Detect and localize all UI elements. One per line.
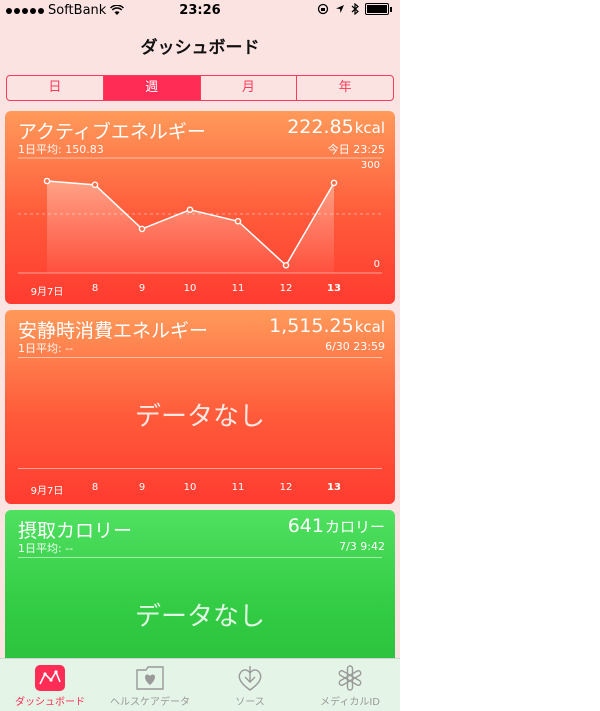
tab-dashboard[interactable]: ダッシュボード <box>0 659 100 711</box>
card-value: 1,515.25kcal <box>269 315 385 337</box>
x-label: 9月7日 <box>30 486 64 497</box>
x-label: 9 <box>138 482 146 493</box>
x-label-today: 13 <box>327 482 341 493</box>
tab-label: ヘルスケアデータ <box>110 697 190 708</box>
segment-day[interactable]: 日 <box>7 76 103 100</box>
chart-baseline <box>18 468 382 469</box>
tab-label: ダッシュボード <box>15 697 85 708</box>
no-data-label: データなし <box>134 402 265 432</box>
card-average: 1日平均: -- <box>18 542 74 555</box>
card-value: 222.85kcal <box>287 116 385 138</box>
x-label: 11 <box>231 482 245 493</box>
card-date: 7/3 9:42 <box>339 540 385 553</box>
segment-month[interactable]: 月 <box>199 76 297 100</box>
tab-label: ソース <box>235 697 265 708</box>
status-right <box>317 3 392 15</box>
y-max-label: 300 <box>361 160 380 171</box>
card-value-number: 1,515.25 <box>269 315 354 337</box>
tab-label: メディカルID <box>320 697 380 708</box>
resting-energy-card[interactable]: 安静時消費エネルギー 1日平均: -- 1,515.25kcal 6/30 23… <box>5 310 395 504</box>
card-date: 今日 23:25 <box>327 143 385 156</box>
data-point <box>91 181 99 189</box>
chart-top-line <box>18 557 382 558</box>
x-label: 12 <box>279 283 293 294</box>
card-value-number: 222.85 <box>287 116 354 138</box>
segment-year[interactable]: 年 <box>296 76 393 100</box>
data-point <box>282 262 290 269</box>
data-point <box>330 179 338 187</box>
bluetooth-icon <box>351 3 359 15</box>
card-average: 1日平均: -- <box>18 342 74 355</box>
tab-bar: ダッシュボード ヘルスケアデータ ソース メディカルID <box>0 658 400 711</box>
battery-icon <box>365 3 389 15</box>
card-title: 摂取カロリー <box>18 520 133 542</box>
no-data-label: データなし <box>134 602 265 632</box>
tab-sources[interactable]: ソース <box>200 659 300 711</box>
data-point <box>138 225 146 233</box>
x-axis-labels: 9月7日 8 9 10 11 12 13 <box>5 283 395 298</box>
x-label: 11 <box>231 283 245 294</box>
x-label: 8 <box>91 482 99 493</box>
x-label: 10 <box>183 482 197 493</box>
location-icon <box>336 5 344 13</box>
sources-icon <box>238 666 262 691</box>
x-label: 8 <box>91 283 99 294</box>
card-date: 6/30 23:59 <box>325 340 385 353</box>
period-segmented-control: 日 週 月 年 <box>6 75 394 101</box>
status-bar: SoftBank 23:26 <box>0 0 400 22</box>
health-data-icon <box>136 666 164 690</box>
tab-health-data[interactable]: ヘルスケアデータ <box>100 659 200 711</box>
card-title: 安静時消費エネルギー <box>18 320 209 342</box>
card-value-number: 641 <box>287 515 324 537</box>
battery-tip <box>390 6 392 12</box>
page-title: ダッシュボード <box>140 38 260 58</box>
active-energy-card[interactable]: アクティブエネルギー 1日平均: 150.83 222.85kcal 今日 23… <box>5 111 395 304</box>
orientation-lock-icon <box>317 3 329 15</box>
data-point <box>43 177 51 185</box>
x-label-today: 13 <box>327 283 341 294</box>
data-point <box>186 206 194 214</box>
data-point <box>234 217 242 225</box>
card-value-unit: kcal <box>354 318 385 336</box>
medical-id-icon <box>338 665 362 691</box>
card-value-unit: カロリー <box>324 518 385 536</box>
x-label: 9 <box>138 283 146 294</box>
segment-week[interactable]: 週 <box>102 76 200 100</box>
series-area <box>47 181 334 273</box>
x-label: 9月7日 <box>30 287 64 298</box>
active-energy-chart: 300 0 <box>18 157 382 274</box>
x-label: 10 <box>183 283 197 294</box>
y-min-label: 0 <box>374 259 380 270</box>
tab-medical-id[interactable]: メディカルID <box>300 659 400 711</box>
phone-screen: SoftBank 23:26 ダッシュボード 日 週 月 年 アクティブエネルギ… <box>0 0 400 711</box>
dietary-calories-card[interactable]: 摂取カロリー 1日平均: -- 641カロリー 7/3 9:42 データなし <box>5 510 395 670</box>
card-value: 641カロリー <box>288 515 385 537</box>
card-average: 1日平均: 150.83 <box>18 143 104 156</box>
card-title: アクティブエネルギー <box>18 121 206 143</box>
x-axis-labels: 9月7日 8 9 10 11 12 13 <box>5 482 395 497</box>
chart-top-line <box>18 357 382 358</box>
dashboard-icon <box>35 665 65 691</box>
x-label: 12 <box>279 482 293 493</box>
card-value-unit: kcal <box>354 119 385 137</box>
